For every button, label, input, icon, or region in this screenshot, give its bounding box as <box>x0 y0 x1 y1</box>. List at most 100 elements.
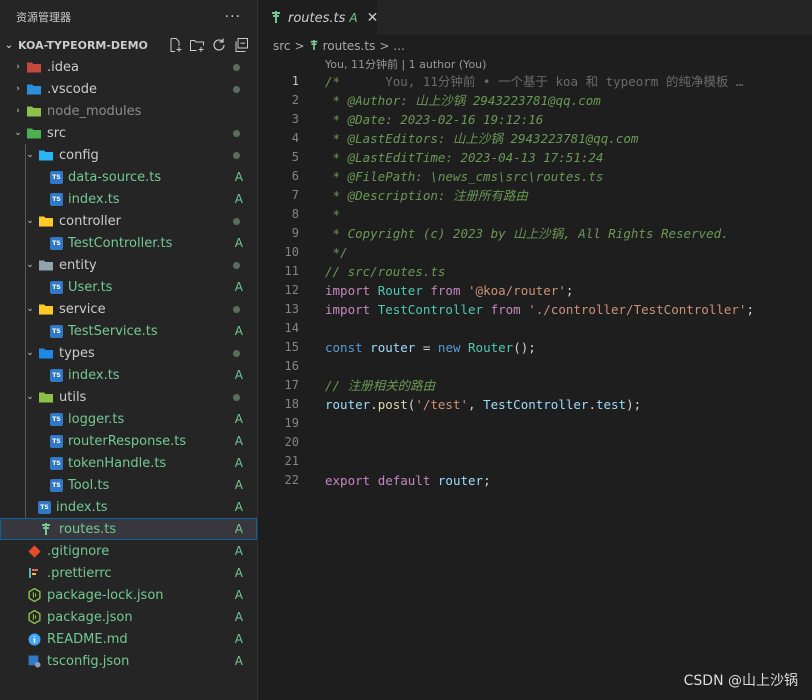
code-line[interactable]: 19 <box>258 414 812 433</box>
typescript-file-icon: TS <box>50 324 63 338</box>
tree-item-label: logger.ts <box>68 411 125 427</box>
line-number: 10 <box>284 245 299 259</box>
config-folder-icon <box>38 147 54 163</box>
typescript-file-icon: TS <box>50 170 63 184</box>
code-line[interactable]: 4 * @LastEditors: 山上沙锅 2943223781@qq.com <box>258 129 812 148</box>
code-line[interactable]: 9 * Copyright (c) 2023 by 山上沙锅, All Righ… <box>258 224 812 243</box>
code-line[interactable]: 21 <box>258 452 812 471</box>
code-line[interactable]: 14 <box>258 319 812 338</box>
code-line[interactable]: 8 * <box>258 205 812 224</box>
git-status-badge: A <box>234 192 243 206</box>
tree-file[interactable]: TS TestController.ts A <box>0 232 257 254</box>
tree-folder[interactable]: ⌄ service <box>0 298 257 320</box>
explorer-sidebar: 资源管理器 ··· ⌄ KOA-TYPEORM-DEMO › .idea › .vsc… <box>0 0 258 700</box>
code-line[interactable]: 17 // 注册相关的路由 <box>258 376 812 395</box>
tree-file[interactable]: routes.ts A <box>0 518 257 540</box>
tree-file[interactable]: TS Tool.ts A <box>0 474 257 496</box>
line-code: * @Date: 2023-02-16 19:12:16 <box>325 112 544 127</box>
tree-folder[interactable]: ⌄ config <box>0 144 257 166</box>
tree-folder[interactable]: ⌄ controller <box>0 210 257 232</box>
types-folder-icon <box>38 345 54 361</box>
tree-file[interactable]: TS User.ts A <box>0 276 257 298</box>
tree-file[interactable]: TS data-source.ts A <box>0 166 257 188</box>
tree-item-label: config <box>59 147 99 163</box>
typescript-file-icon: TS <box>50 368 63 382</box>
codelens-blame[interactable]: You, 11分钟前 | 1 author (You) <box>325 57 486 73</box>
tree-folder[interactable]: › .vscode <box>0 78 257 100</box>
tree-file[interactable]: TS logger.ts A <box>0 408 257 430</box>
tree-file[interactable]: TS index.ts A <box>0 496 257 518</box>
code-line[interactable]: 22 export default router; <box>258 471 812 490</box>
code-line[interactable]: 16 <box>258 357 812 376</box>
new-folder-icon[interactable] <box>189 37 205 53</box>
chevron-down-icon: ⌄ <box>4 39 14 51</box>
tree-file[interactable]: tsconfig.json A <box>0 650 257 672</box>
code-line[interactable]: 2 * @Author: 山上沙锅 2943223781@qq.com <box>258 91 812 110</box>
nodejs-icon <box>26 609 42 625</box>
breadcrumb-more[interactable]: ... <box>393 39 404 53</box>
tree-folder[interactable]: ⌄ src <box>0 122 257 144</box>
tree-file[interactable]: TS index.ts A <box>0 188 257 210</box>
refresh-icon[interactable] <box>211 37 227 53</box>
project-root[interactable]: ⌄ KOA-TYPEORM-DEMO <box>0 34 257 56</box>
line-number: 7 <box>291 188 299 202</box>
git-status-badge: A <box>234 280 243 294</box>
tab-routes-ts[interactable]: routes.ts A ✕ <box>258 0 379 35</box>
tree-file[interactable]: package.json A <box>0 606 257 628</box>
tree-item-label: index.ts <box>68 367 120 383</box>
git-change-dot <box>233 63 240 71</box>
tree-file[interactable]: TS tokenHandle.ts A <box>0 452 257 474</box>
code-line[interactable]: 1 /* You, 11分钟前 • 一个基于 koa 和 typeorm 的纯净模… <box>258 72 812 91</box>
new-file-icon[interactable] <box>167 37 183 53</box>
line-number: 16 <box>284 359 299 373</box>
code-line[interactable]: 10 */ <box>258 243 812 262</box>
close-icon[interactable]: ✕ <box>367 10 379 26</box>
explorer-header: 资源管理器 ··· <box>0 0 257 34</box>
typescript-file-icon: TS <box>38 500 51 514</box>
explorer-title: 资源管理器 <box>16 11 71 24</box>
git-change-dot <box>233 261 240 269</box>
git-status-badge: A <box>234 170 243 184</box>
tree-item-label: User.ts <box>68 279 113 295</box>
code-line[interactable]: 11 // src/routes.ts <box>258 262 812 281</box>
line-number: 9 <box>291 226 299 240</box>
git-status-badge: A <box>234 434 243 448</box>
tree-file[interactable]: .gitignore A <box>0 540 257 562</box>
line-code: import TestController from './controller… <box>325 302 754 317</box>
tree-file[interactable]: TS TestService.ts A <box>0 320 257 342</box>
git-change-dot <box>233 85 240 93</box>
breadcrumb-folder[interactable]: src <box>273 39 291 53</box>
tree-folder[interactable]: ⌄ types <box>0 342 257 364</box>
tree-file[interactable]: TS routerResponse.ts A <box>0 430 257 452</box>
tree-folder[interactable]: › .idea <box>0 56 257 78</box>
more-actions-icon[interactable]: ··· <box>225 9 241 25</box>
code-line[interactable]: 7 * @Description: 注册所有路由 <box>258 186 812 205</box>
code-line[interactable]: 13 import TestController from './controll… <box>258 300 812 319</box>
tree-item-label: TestService.ts <box>68 323 158 339</box>
git-status-badge: A <box>234 456 243 470</box>
code-line[interactable]: 3 * @Date: 2023-02-16 19:12:16 <box>258 110 812 129</box>
code-line[interactable]: 12 import Router from '@koa/router'; <box>258 281 812 300</box>
tree-file[interactable]: package-lock.json A <box>0 584 257 606</box>
collapse-all-icon[interactable] <box>233 37 249 53</box>
code-line[interactable]: 18 router.post('/test', TestController.te… <box>258 395 812 414</box>
code-line[interactable]: 20 <box>258 433 812 452</box>
utils-folder-icon <box>38 389 54 405</box>
tree-item-label: README.md <box>47 631 128 647</box>
tree-file[interactable]: README.md A <box>0 628 257 650</box>
breadcrumb-file[interactable]: routes.ts <box>323 39 376 53</box>
tree-folder[interactable]: ⌄ utils <box>0 386 257 408</box>
code-line[interactable]: 15 const router = new Router(); <box>258 338 812 357</box>
idea-folder-icon <box>26 59 42 75</box>
indent-guide <box>25 144 26 518</box>
code-line[interactable]: 5 * @LastEditTime: 2023-04-13 17:51:24 <box>258 148 812 167</box>
tree-folder[interactable]: › node_modules <box>0 100 257 122</box>
tree-folder[interactable]: ⌄ entity <box>0 254 257 276</box>
tree-file[interactable]: TS index.ts A <box>0 364 257 386</box>
tree-item-label: .prettierrc <box>47 565 112 581</box>
line-number: 19 <box>284 416 299 430</box>
code-editor[interactable]: 1 /* You, 11分钟前 • 一个基于 koa 和 typeorm 的纯净模… <box>258 72 812 700</box>
code-line[interactable]: 6 * @FilePath: \news_cms\src\routes.ts <box>258 167 812 186</box>
line-number: 11 <box>284 264 299 278</box>
tree-file[interactable]: .prettierrc A <box>0 562 257 584</box>
